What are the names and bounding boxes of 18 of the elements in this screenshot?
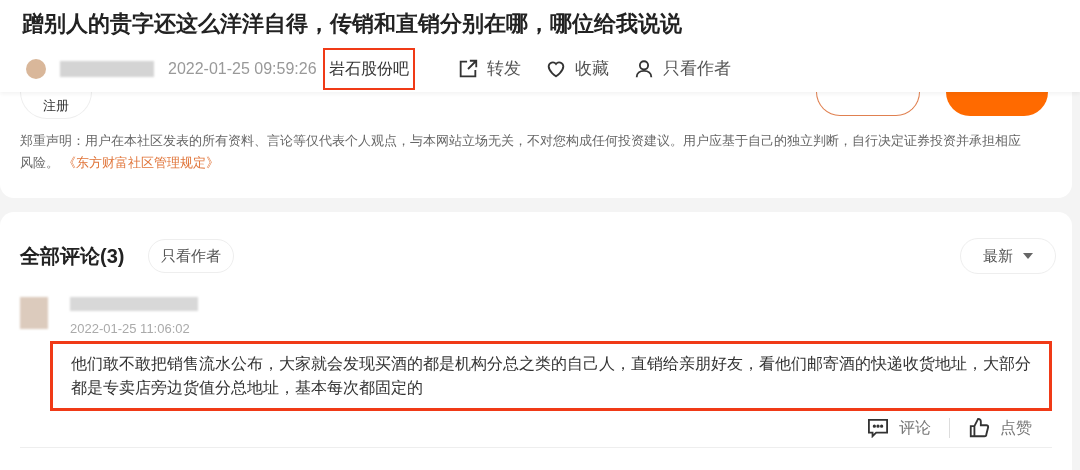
avatar [26, 59, 46, 79]
comments-heading: 全部评论(3) [20, 244, 125, 269]
comment-text: 他们敢不敢把销售流水公布，大家就会发现买酒的都是机构分总之类的自己人，直销给亲朋好友，看他们邮寄酒的快递收货地址，大部分都是专卖店旁边货值分总地址，基本每次都固定的 [50, 340, 1052, 411]
favorite-button[interactable]: 收藏 [544, 56, 609, 82]
share-button[interactable]: 转发 [456, 56, 521, 82]
post-title: 蹭别人的贵字还这么洋洋自得，传销和直销分别在哪，哪位给我说说 [22, 10, 683, 38]
author-button[interactable]: 只看作者 [632, 56, 731, 82]
reply-button[interactable]: 评论 [867, 415, 931, 440]
caret-icon [1023, 253, 1033, 259]
avatar [20, 297, 48, 329]
comment-icon [867, 417, 889, 438]
forum-link[interactable]: 岩石股份吧 [322, 48, 415, 90]
disclaimer: 郑重声明：用户在本社区发表的所有资料、言论等仅代表个人观点，与本网站立场无关，不对您构成任何投资建议。用户应基于自己的独立判断，自行决定证券投资并承担相应风险。 《东方财富社区管理规定》 [20, 132, 1022, 172]
thumbs-up-icon [968, 416, 990, 439]
post-time: 2022-01-25 09:59:26 [168, 59, 317, 79]
comment-time: 2022-01-25 11:06:02 [70, 320, 191, 338]
like-button[interactable]: 点赞 [968, 415, 1032, 440]
publish-button[interactable] [946, 92, 1048, 116]
